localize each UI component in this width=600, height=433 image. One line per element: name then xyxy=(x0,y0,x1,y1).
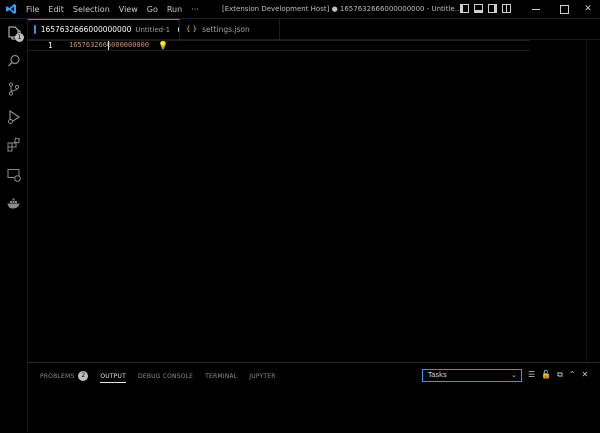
text-cursor xyxy=(108,41,109,50)
bottom-panel: PROBLEMS 2 OUTPUT DEBUG CONSOLE TERMINAL… xyxy=(28,362,600,433)
window-title: [Extension Development Host] ● 165763266… xyxy=(222,5,462,13)
panel-actions: ☰ 🔓 ⧉ ⌃ ✕ xyxy=(528,370,588,380)
unsaved-dot-icon[interactable] xyxy=(178,27,179,32)
vscode-logo-icon xyxy=(6,4,16,14)
select-value: Tasks xyxy=(428,371,447,379)
customize-layout-icon[interactable] xyxy=(502,4,511,13)
tab-title: 1657632666000000000 xyxy=(40,25,132,34)
menu-bar: File Edit Selection View Go Run ··· xyxy=(26,0,208,18)
problems-count-badge: 2 xyxy=(78,371,89,381)
tab-description: Untitled-1 xyxy=(135,25,171,34)
menu-file[interactable]: File xyxy=(26,5,39,14)
editor-area[interactable]: 1 1657632666000000000 💡 xyxy=(28,40,600,362)
docker-button[interactable] xyxy=(6,195,22,211)
run-debug-button[interactable] xyxy=(6,109,22,125)
toggle-secondary-sidebar-icon[interactable] xyxy=(488,4,497,13)
maximize-panel-icon[interactable]: ⌃ xyxy=(569,370,576,380)
close-icon: ✕ xyxy=(584,4,592,14)
json-icon: { } xyxy=(186,25,198,33)
menu-selection[interactable]: Selection xyxy=(73,5,110,14)
chevron-down-icon: ⌄ xyxy=(511,371,517,379)
tab-debug-console[interactable]: DEBUG CONSOLE xyxy=(138,373,193,380)
menu-go[interactable]: Go xyxy=(147,5,158,14)
extensions-button[interactable] xyxy=(6,137,22,153)
open-in-editor-icon[interactable]: ⧉ xyxy=(557,370,563,380)
activity-bar: 1 xyxy=(0,19,28,432)
editor-tab-bar: 1657632666000000000 Untitled-1 { } setti… xyxy=(28,19,600,40)
extensions-icon xyxy=(7,137,20,152)
remote-explorer-button[interactable] xyxy=(6,167,22,183)
line-number: 1 xyxy=(48,41,53,50)
toggle-panel-icon[interactable] xyxy=(474,4,483,13)
file-icon xyxy=(34,25,36,34)
tab-settings-json[interactable]: { } settings.json xyxy=(180,19,280,39)
minimize-button[interactable] xyxy=(523,0,549,18)
search-button[interactable] xyxy=(6,53,22,69)
maximize-button[interactable] xyxy=(551,0,577,18)
maximize-icon xyxy=(559,4,569,14)
source-control-button[interactable] xyxy=(6,81,22,97)
tab-label: PROBLEMS xyxy=(40,372,75,380)
run-debug-icon xyxy=(8,109,21,125)
tab-terminal[interactable]: TERMINAL xyxy=(205,373,237,380)
source-control-icon xyxy=(8,82,20,96)
clear-output-icon[interactable]: ☰ xyxy=(528,370,535,380)
toggle-sidebar-icon[interactable] xyxy=(460,4,469,13)
menu-run[interactable]: Run xyxy=(167,5,182,14)
editor-scrollbar[interactable] xyxy=(586,40,600,362)
tab-jupyter[interactable]: JUPYTER xyxy=(249,373,275,380)
title-bar: File Edit Selection View Go Run ··· [Ext… xyxy=(0,0,600,19)
minimize-icon xyxy=(532,8,540,10)
menu-more[interactable]: ··· xyxy=(191,5,199,14)
tab-untitled-1[interactable]: 1657632666000000000 Untitled-1 xyxy=(28,19,180,39)
layout-controls xyxy=(460,4,511,13)
tab-problems[interactable]: PROBLEMS 2 xyxy=(40,371,89,381)
explorer-badge: 1 xyxy=(15,33,24,42)
menu-edit[interactable]: Edit xyxy=(48,5,64,14)
close-button[interactable]: ✕ xyxy=(575,0,600,18)
remote-explorer-icon xyxy=(7,169,21,182)
docker-whale-icon xyxy=(7,198,20,209)
panel-tabs: PROBLEMS 2 OUTPUT DEBUG CONSOLE TERMINAL… xyxy=(40,363,288,389)
output-channel-select[interactable]: Tasks ⌄ xyxy=(422,369,522,382)
lock-scroll-icon[interactable]: 🔓 xyxy=(541,370,551,380)
close-panel-icon[interactable]: ✕ xyxy=(582,370,589,380)
menu-view[interactable]: View xyxy=(119,5,138,14)
lightbulb-icon[interactable]: 💡 xyxy=(158,41,168,50)
search-icon xyxy=(8,54,20,67)
explorer-button[interactable]: 1 xyxy=(6,25,24,42)
tab-output[interactable]: OUTPUT xyxy=(100,373,127,383)
tab-title: settings.json xyxy=(202,24,250,34)
code-line[interactable]: 1657632666000000000 xyxy=(69,40,149,51)
